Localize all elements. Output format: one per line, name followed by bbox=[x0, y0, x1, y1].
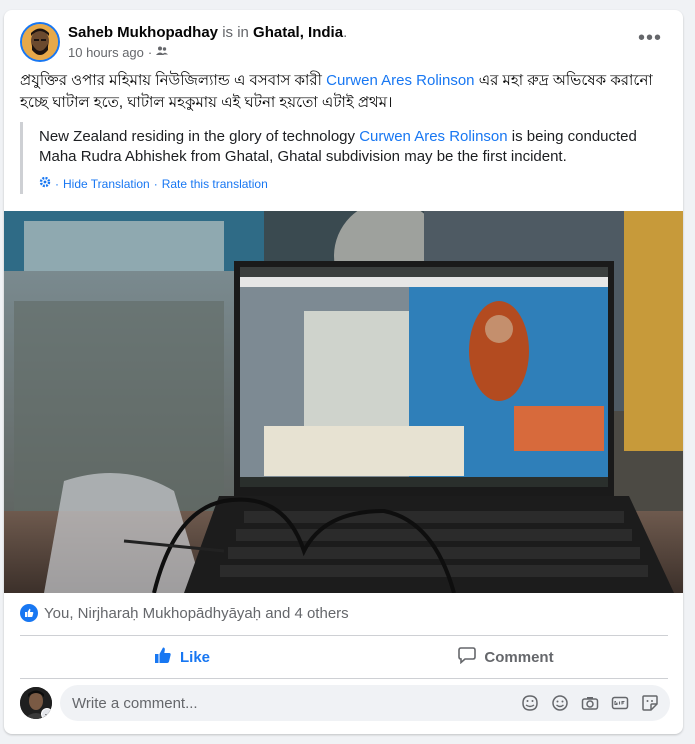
tagged-person-link[interactable]: Curwen Ares Rolinson bbox=[326, 72, 474, 89]
avatar-sticker-icon[interactable] bbox=[520, 693, 540, 713]
sep-2: · bbox=[153, 176, 158, 191]
author-name[interactable]: Saheb Mukhopadhay bbox=[68, 24, 218, 41]
reactions-summary[interactable]: You, Nirjharaḥ Mukhopādhyāyaḥ and 4 othe… bbox=[20, 604, 349, 622]
period-text: . bbox=[343, 24, 348, 41]
friends-audience-icon[interactable] bbox=[156, 45, 169, 60]
author-line: Saheb Mukhopadhay is in Ghatal, India. bbox=[68, 24, 347, 41]
gear-icon bbox=[39, 176, 51, 191]
like-button[interactable]: Like bbox=[20, 640, 344, 674]
sep-1: · bbox=[55, 176, 59, 191]
translation-part1: New Zealand residing in the glory of tec… bbox=[39, 128, 360, 145]
like-reaction-icon bbox=[20, 604, 38, 622]
comment-label: Comment bbox=[484, 648, 554, 666]
commenter-avatar[interactable]: ⌄ bbox=[20, 687, 52, 719]
hide-translation-link[interactable]: Hide Translation bbox=[63, 177, 150, 191]
comment-button[interactable]: Comment bbox=[344, 640, 668, 674]
author-avatar[interactable] bbox=[20, 22, 60, 62]
like-icon bbox=[154, 646, 172, 668]
rate-translation-link[interactable]: Rate this translation bbox=[162, 177, 268, 191]
translation-block: New Zealand residing in the glory of tec… bbox=[20, 122, 670, 194]
camera-icon[interactable] bbox=[580, 693, 600, 713]
like-label: Like bbox=[179, 648, 210, 666]
comment-input[interactable] bbox=[72, 694, 512, 712]
location-link[interactable]: Ghatal, India bbox=[253, 24, 343, 41]
comment-icon bbox=[458, 646, 477, 668]
post-text: প্রযুক্তির ওপার মহিমায় নিউজিল্যান্ড এ ব… bbox=[20, 70, 670, 114]
reactions-text: You, Nirjharaḥ Mukhopādhyāyaḥ and 4 othe… bbox=[44, 604, 349, 622]
comment-input-wrapper bbox=[60, 685, 670, 721]
translation-tagged-link[interactable]: Curwen Ares Rolinson bbox=[359, 128, 507, 145]
translation-actions: · Hide Translation · Rate this translati… bbox=[39, 176, 670, 191]
divider bbox=[20, 635, 668, 636]
is-in-text: is in bbox=[218, 24, 254, 41]
post-time[interactable]: 10 hours ago bbox=[68, 45, 144, 60]
post-header: Saheb Mukhopadhay is in Ghatal, India. 1… bbox=[20, 22, 670, 62]
more-options-icon[interactable]: ••• bbox=[638, 28, 662, 48]
meta-separator: · bbox=[147, 45, 153, 60]
emoji-icon[interactable] bbox=[550, 693, 570, 713]
chevron-down-icon[interactable]: ⌄ bbox=[41, 708, 52, 719]
post-photo[interactable] bbox=[4, 211, 683, 593]
comment-tools bbox=[520, 693, 660, 713]
translation-text: New Zealand residing in the glory of tec… bbox=[39, 122, 670, 167]
divider bbox=[20, 678, 668, 679]
gif-icon[interactable] bbox=[610, 693, 630, 713]
post-text-part1: প্রযুক্তির ওপার মহিমায় নিউজিল্যান্ড এ ব… bbox=[20, 72, 327, 89]
post-meta: 10 hours ago · bbox=[68, 45, 169, 60]
sticker-icon[interactable] bbox=[640, 693, 660, 713]
post-card: Saheb Mukhopadhay is in Ghatal, India. 1… bbox=[4, 10, 683, 734]
